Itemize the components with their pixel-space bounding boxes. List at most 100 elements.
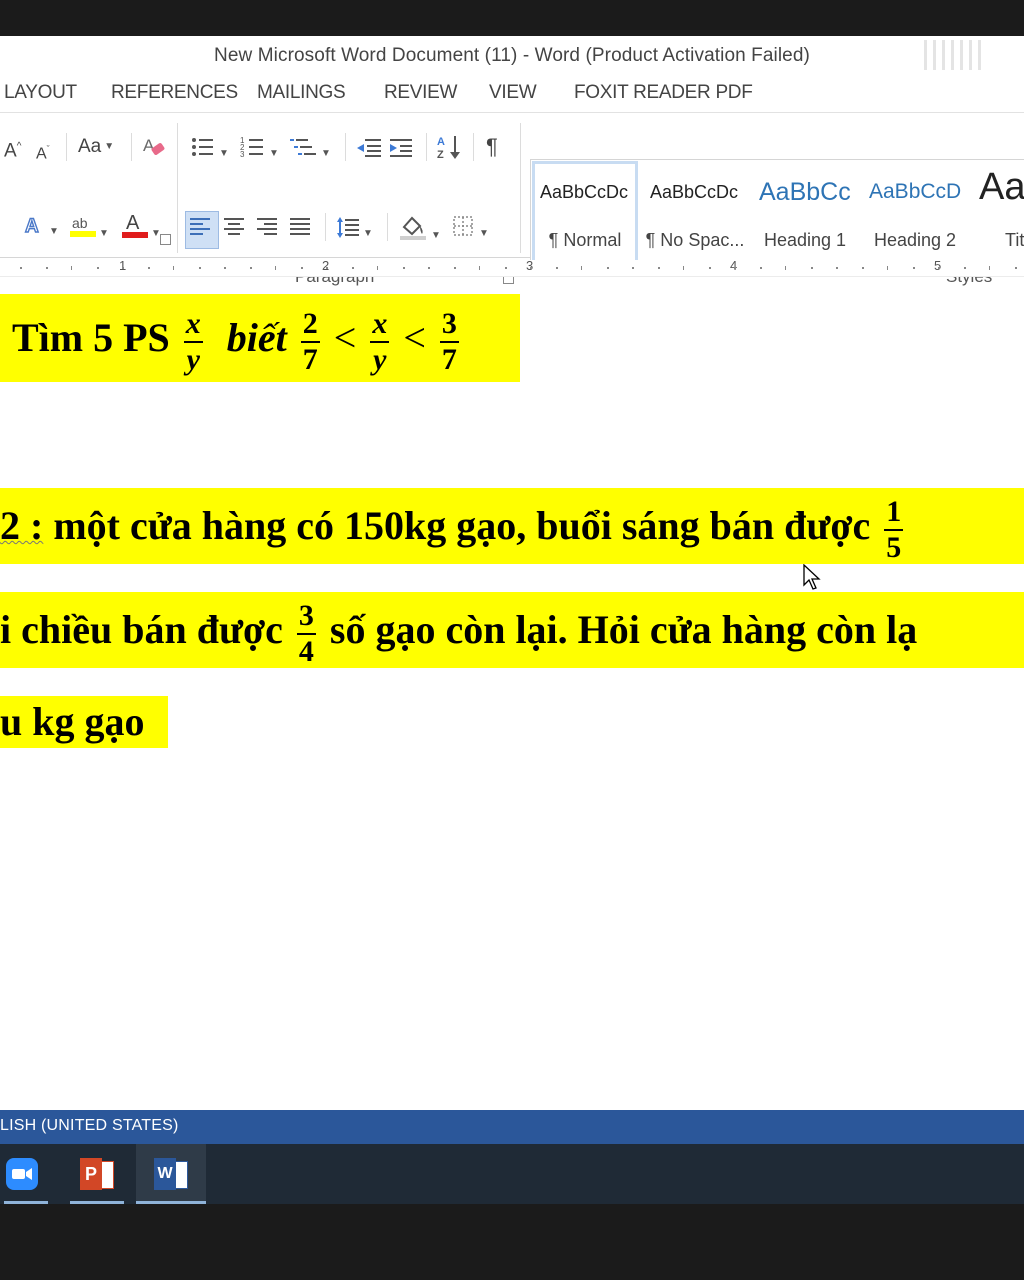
ruler-tick [632,267,634,269]
ruler-tick [403,267,405,269]
align-right-button[interactable] [257,217,279,244]
ruler-tick [275,266,276,270]
tab-review[interactable]: REVIEW [384,82,457,104]
word-window: New Microsoft Word Document (11) - Word … [0,36,1024,1204]
increase-indent-button[interactable] [388,135,416,166]
word-biet: biết [226,315,287,360]
ruler-tick [97,267,99,269]
clear-formatting-icon[interactable]: A [141,133,167,166]
ruler-tick [352,267,354,269]
language-status[interactable]: LISH (UNITED STATES) [0,1117,179,1135]
borders-button[interactable]: ▼ [452,215,489,246]
line4-text: u kg gạo [0,699,145,744]
svg-text:Z: Z [437,149,444,161]
fraction-x-over-y: xy [370,306,390,376]
ruler-tick [377,266,378,270]
ruler-tick [607,267,609,269]
ruler-tick [20,267,22,269]
text-effects-icon[interactable]: A ▼ [22,213,59,244]
separator [473,133,474,161]
svg-text:A: A [25,216,39,237]
change-case-button[interactable]: Aa ▼ [78,135,114,159]
ruler-tick [785,266,786,270]
taskbar: P W [0,1144,1024,1204]
font-color-button[interactable]: A ▼ [122,211,161,246]
text-highlight-color-button[interactable]: ab ▼ [70,213,109,246]
decrease-indent-button[interactable] [355,135,383,166]
fraction-2-over-7: 27 [300,306,320,376]
line2-text: một cửa hàng có 150kg gạo, buổi sáng bán… [43,503,871,548]
justify-button[interactable] [290,217,312,244]
style-normal[interactable]: AaBbCcDc ¶ Normal [531,160,639,268]
ruler-tick [454,267,456,269]
ruler-tick [913,267,915,269]
line-spacing-button[interactable]: ▼ [336,215,373,246]
show-hide-pilcrow-button[interactable]: ¶ [486,135,498,159]
ruler-tick [556,267,558,269]
ruler-number: 4 [730,258,738,273]
shading-button[interactable]: ▼ [398,213,441,248]
title-bar: New Microsoft Word Document (11) - Word … [0,36,1024,76]
doc-line-2[interactable]: 2 : một cửa hàng có 150kg gạo, buổi sáng… [0,488,1024,564]
doc-line-1[interactable]: Tìm 5 PS xy biết 27 < xy < 37 [0,294,520,382]
style-no-spacing[interactable]: AaBbCcDc ¶ No Spac... [641,160,749,268]
horizontal-ruler[interactable]: 1 2 3 4 5 [0,258,1024,277]
multilevel-list-button[interactable]: ▼ [290,135,331,166]
style-heading-1[interactable]: AaBbCc Heading 1 [751,160,859,268]
align-left-button[interactable] [190,217,212,244]
word-icon: W [154,1158,188,1190]
taskbar-word[interactable]: W [136,1144,206,1204]
bullets-button[interactable]: ▼ [190,135,229,166]
numbering-button[interactable]: 1 2 3 ▼ [240,135,279,166]
ruler-tick [862,267,864,269]
sort-az-icon[interactable]: AZ [436,133,464,168]
ruler-tick [224,267,226,269]
line3-text-end: số gạo còn lại. Hỏi cửa hàng còn lạ [319,607,918,652]
font-dialog-launcher[interactable] [160,234,171,245]
tab-references[interactable]: REFERENCES [111,82,238,104]
ruler-tick [964,267,966,269]
shrink-font-button[interactable]: Aˇ [36,137,50,166]
separator [131,133,132,161]
center-button[interactable] [224,217,246,244]
taskbar-zoom[interactable] [0,1144,52,1204]
ruler-tick [887,266,888,270]
separator [345,133,346,161]
style-heading-2[interactable]: AaBbCcD Heading 2 [861,160,969,268]
problem-number: 2 : [0,503,44,548]
ruler-tick [989,266,990,270]
doc-line-4[interactable]: u kg gạo [0,696,168,748]
ruler-number: 3 [526,258,534,273]
tab-mailings[interactable]: MAILINGS [257,82,346,104]
ruler-tick [683,266,684,270]
fraction-3-over-7: 37 [439,306,459,376]
svg-text:3: 3 [240,150,245,159]
ribbon: A^ Aˇ Aa ▼ A A ▼ ab ▼ A ▼ ▼ 1 2 3 ▼ ▼ A … [0,112,1024,286]
separator [387,213,388,241]
taskbar-active-indicator [4,1201,48,1204]
tab-view[interactable]: VIEW [489,82,537,104]
ruler-tick [811,267,813,269]
tab-layout[interactable]: LAYOUT [4,82,77,104]
powerpoint-icon: P [80,1158,114,1190]
grow-font-button[interactable]: A^ [4,135,21,163]
window-title: New Microsoft Word Document (11) - Word … [214,45,810,66]
taskbar-active-indicator [70,1201,124,1204]
ruler-tick [734,267,736,269]
style-title[interactable]: Aa Tit [971,160,1024,268]
doc-line-3[interactable]: i chiều bán được 34 số gạo còn lại. Hỏi … [0,592,1024,668]
ruler-tick [530,267,532,269]
ruler-tick [71,266,72,270]
ruler-tick [250,267,252,269]
ruler-number: 5 [934,258,942,273]
ruler-tick [709,267,711,269]
title-decoration [924,40,984,70]
ruler-tick [122,267,124,269]
ruler-tick [173,266,174,270]
taskbar-powerpoint[interactable]: P [66,1144,128,1204]
zoom-icon [6,1158,38,1190]
ruler-tick [760,267,762,269]
taskbar-active-indicator [136,1201,206,1204]
ruler-tick [479,266,480,270]
tab-foxit-reader-pdf[interactable]: FOXIT READER PDF [574,82,753,104]
